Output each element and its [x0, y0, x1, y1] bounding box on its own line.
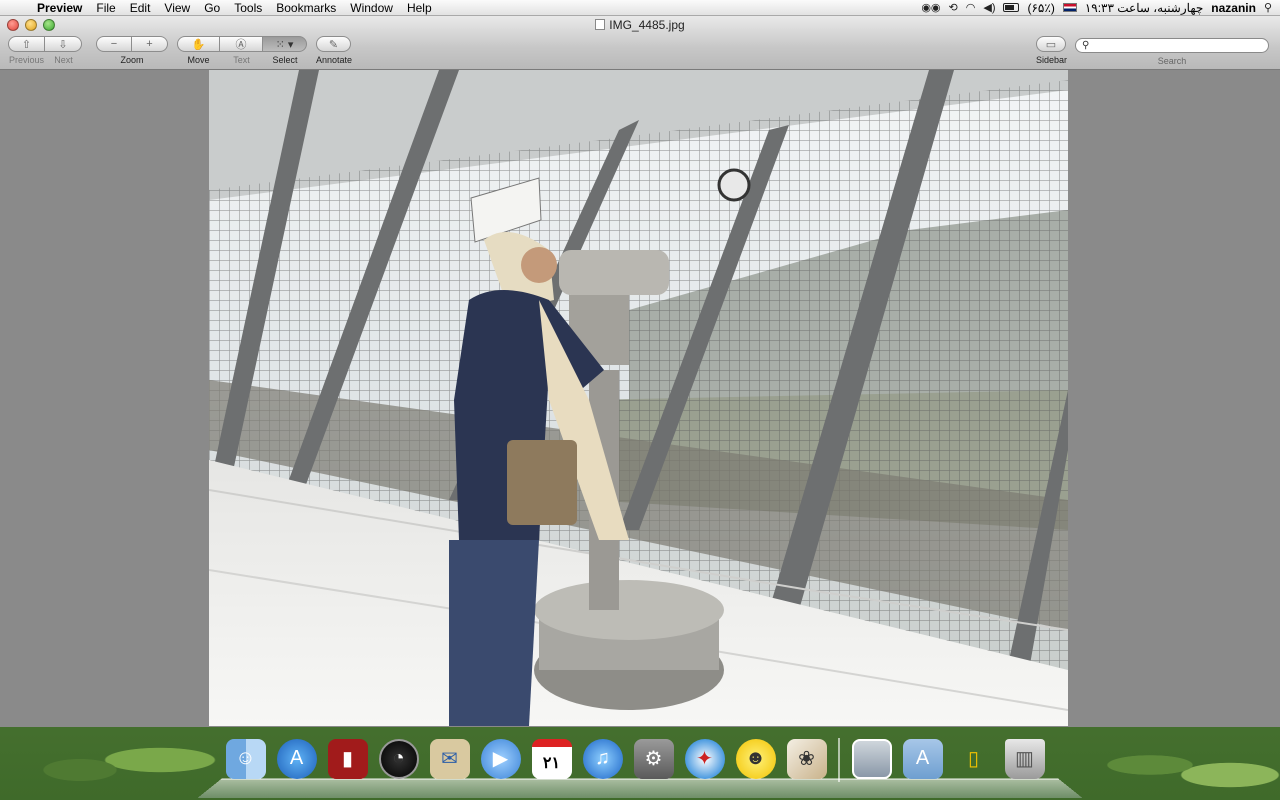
sidebar-button[interactable]: ▭: [1036, 36, 1066, 52]
annotate-label: Annotate: [316, 55, 353, 65]
dock-mail[interactable]: ✉: [426, 735, 473, 782]
safari-icon: ✦: [684, 738, 725, 779]
dock-applications-folder[interactable]: A: [899, 735, 946, 782]
select-label: Select: [272, 55, 298, 65]
menubar: Preview File Edit View Go Tools Bookmark…: [0, 0, 1280, 16]
menubar-clock[interactable]: چهارشنبه، ساعت ۱۹:۳۳: [1085, 1, 1203, 15]
finder-icon: ☺: [225, 738, 266, 779]
ichat-icon: ▶: [480, 738, 521, 779]
document-proxy-icon[interactable]: [595, 19, 606, 30]
move-label: Move: [187, 55, 210, 65]
zoom-in-button[interactable]: +: [132, 36, 168, 52]
yahoo-messenger-icon: ☻: [735, 738, 776, 779]
menu-edit[interactable]: Edit: [123, 0, 158, 16]
window-title-text: IMG_4485.jpg: [609, 18, 685, 32]
selection-grid-icon: ⁙ ▾: [275, 38, 294, 51]
mail-icon: ✉: [429, 738, 470, 779]
menu-bookmarks[interactable]: Bookmarks: [269, 0, 343, 16]
text-label: Text: [233, 55, 250, 65]
zoom-out-button[interactable]: −: [96, 36, 132, 52]
battery-icon[interactable]: [1003, 3, 1020, 12]
next-label: Next: [54, 55, 73, 65]
sidebar-icon: ▭: [1045, 38, 1057, 51]
toolbar-prev-next: ⇧ ⇩ Previous Next: [8, 36, 82, 65]
next-button[interactable]: ⇩: [45, 36, 82, 52]
arrow-down-icon: ⇩: [58, 38, 68, 51]
dock-photo-thumbnail[interactable]: [848, 735, 895, 782]
trash-icon: ▥: [1004, 738, 1045, 779]
dock-ical[interactable]: ۲۱: [528, 735, 575, 782]
toolbar-sidebar: ▭ Sidebar: [1036, 36, 1068, 65]
accessibility-icon[interactable]: ◉◉: [921, 1, 940, 14]
displayed-photo: [209, 70, 1068, 726]
plus-icon: +: [146, 38, 153, 50]
dock: ☺ A ▮ ◔ ✉ ▶ ۲۱ ♫ ⚙ ✦ ☻ ❀ A ▯ ▥: [0, 727, 1280, 800]
dock-yahoo-messenger[interactable]: ☻: [732, 735, 779, 782]
app-store-icon: A: [276, 738, 317, 779]
window-titlebar: IMG_4485.jpg ⇧ ⇩ Previous Next − + Zoom …: [0, 16, 1280, 70]
ical-icon: ۲۱: [531, 738, 572, 779]
user-name[interactable]: nazanin: [1211, 1, 1256, 15]
menu-go[interactable]: Go: [197, 0, 227, 16]
search-input[interactable]: ⚲: [1075, 38, 1269, 53]
preview-window: IMG_4485.jpg ⇧ ⇩ Previous Next − + Zoom …: [0, 16, 1280, 727]
dock-downloads[interactable]: ▯: [950, 735, 997, 782]
menu-window[interactable]: Window: [343, 0, 400, 16]
toolbar-annotate: ✎ Annotate: [316, 36, 353, 65]
menu-view[interactable]: View: [157, 0, 197, 16]
zoom-label: Zoom: [120, 55, 144, 65]
input-source-flag-icon[interactable]: [1062, 3, 1077, 12]
photo-booth-icon: ▮: [327, 738, 368, 779]
menu-tools[interactable]: Tools: [227, 0, 269, 16]
dock-trash[interactable]: ▥: [1001, 735, 1048, 782]
annotate-button[interactable]: ✎: [316, 36, 351, 52]
menu-file[interactable]: File: [89, 0, 122, 16]
battery-percent[interactable]: (۶۵٪): [1027, 1, 1054, 15]
dock-items: ☺ A ▮ ◔ ✉ ▶ ۲۱ ♫ ⚙ ✦ ☻ ❀ A ▯ ▥: [222, 735, 1048, 782]
dashboard-icon: ◔: [378, 738, 419, 779]
time-machine-icon[interactable]: ⟲: [949, 1, 958, 14]
dock-separator: [838, 738, 840, 782]
arrow-up-icon: ⇧: [21, 38, 32, 51]
dock-app-store[interactable]: A: [273, 735, 320, 782]
volume-icon[interactable]: ◀): [983, 1, 995, 14]
downloads-stack-icon: ▯: [967, 748, 979, 770]
dock-dashboard[interactable]: ◔: [375, 735, 422, 782]
dock-iphoto[interactable]: ❀: [783, 735, 830, 782]
search-icon: ⚲: [1082, 40, 1090, 51]
wifi-icon[interactable]: ◠: [966, 1, 976, 14]
dock-finder[interactable]: ☺: [222, 735, 269, 782]
move-tool-button[interactable]: ✋: [177, 36, 220, 52]
iphoto-icon: ❀: [786, 738, 827, 779]
text-cursor-icon: Ⓐ: [235, 39, 247, 51]
dock-system-preferences[interactable]: ⚙: [630, 735, 677, 782]
previous-label: Previous: [8, 55, 44, 65]
dock-photo-booth[interactable]: ▮: [324, 735, 371, 782]
no-smoking-sign: [717, 168, 751, 202]
window-title: IMG_4485.jpg: [0, 18, 1280, 32]
hand-icon: ✋: [191, 38, 206, 51]
dock-ichat[interactable]: ▶: [477, 735, 524, 782]
previous-button[interactable]: ⇧: [8, 36, 45, 52]
itunes-icon: ♫: [582, 738, 623, 779]
toolbar-zoom: − + Zoom: [96, 36, 168, 65]
minus-icon: −: [110, 38, 118, 50]
search-label: Search: [1157, 56, 1187, 66]
menu-app-preview[interactable]: Preview: [30, 0, 89, 16]
spotlight-icon[interactable]: ⚲: [1264, 1, 1272, 14]
menu-help[interactable]: Help: [400, 0, 439, 16]
photo-observation-deck: [209, 70, 1068, 726]
sidebar-label: Sidebar: [1036, 55, 1068, 65]
image-thumbnail-icon: [851, 738, 892, 779]
toolbar-tools: ✋ Ⓐ ⁙ ▾ Move Text Select: [177, 36, 307, 65]
applications-folder-icon: A: [902, 738, 943, 779]
menubar-status-area: ◉◉ ⟲ ◠ ◀) (۶۵٪) چهارشنبه، ساعت ۱۹:۳۳ naz…: [921, 1, 1280, 15]
text-tool-button[interactable]: Ⓐ: [220, 36, 263, 52]
system-preferences-icon: ⚙: [633, 738, 674, 779]
dock-itunes[interactable]: ♫: [579, 735, 626, 782]
select-tool-button[interactable]: ⁙ ▾: [263, 36, 307, 52]
pencil-icon: ✎: [328, 38, 339, 51]
dock-safari[interactable]: ✦: [681, 735, 728, 782]
ical-date: ۲۱: [542, 754, 561, 772]
